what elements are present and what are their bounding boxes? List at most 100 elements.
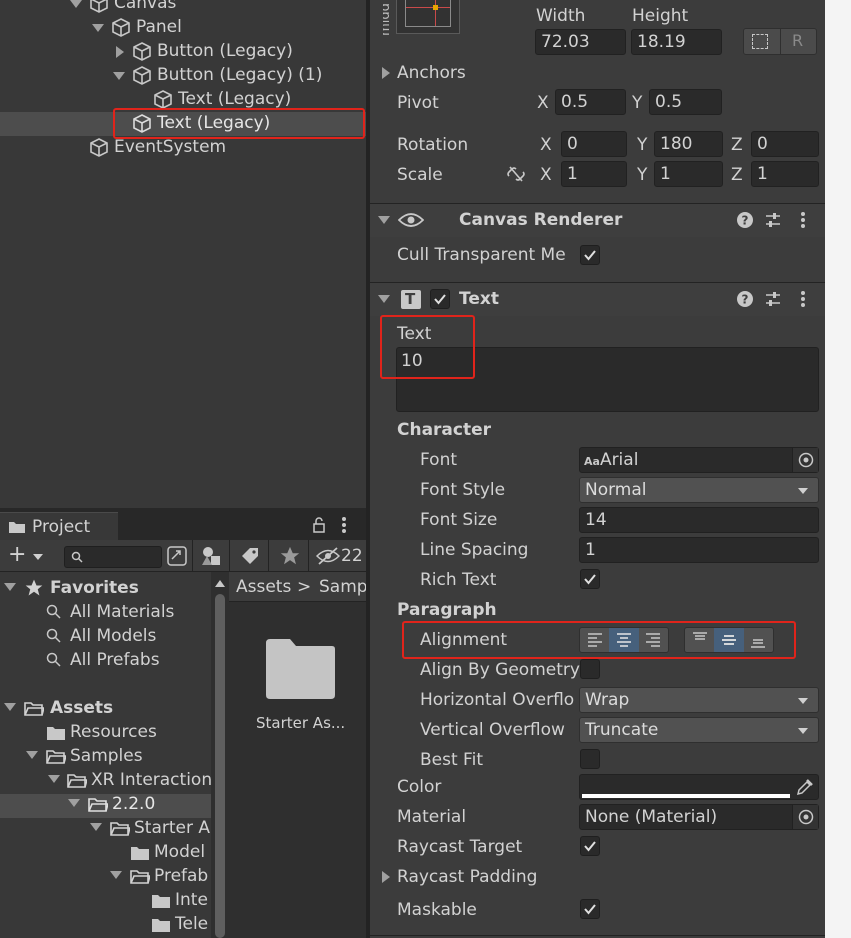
object-picker-button[interactable] xyxy=(792,448,818,472)
height-field[interactable]: 18.19 xyxy=(631,29,722,55)
object-picker-button[interactable] xyxy=(792,805,818,829)
component-header-canvas-renderer[interactable]: Canvas Renderer ? xyxy=(370,203,825,237)
eyedropper-icon[interactable] xyxy=(796,778,814,796)
filter-by-label-icon[interactable] xyxy=(240,546,260,566)
expand-arrow-icon[interactable] xyxy=(113,72,125,80)
expand-arrow-icon[interactable] xyxy=(48,775,60,783)
favorite-item[interactable]: All Prefabs xyxy=(70,649,160,671)
expand-arrow-icon[interactable] xyxy=(110,871,122,879)
anchor-preset-button[interactable] xyxy=(396,0,460,34)
large-folder-icon xyxy=(266,639,335,699)
folder-item[interactable]: XR Interaction xyxy=(91,769,212,791)
rotation-y-field[interactable]: 180 xyxy=(654,131,723,157)
breadcrumb-item[interactable]: Samp xyxy=(319,576,368,598)
material-object-field[interactable]: None (Material) xyxy=(579,804,819,830)
expand-arrow-icon[interactable] xyxy=(68,799,80,807)
asset-tile-starter-assets[interactable]: Starter As... xyxy=(241,612,361,732)
hierarchy-item-eventsystem[interactable]: EventSystem xyxy=(0,136,366,160)
favorite-item[interactable]: All Materials xyxy=(70,601,174,623)
expand-arrow-icon[interactable] xyxy=(70,0,82,8)
anchors-foldout[interactable]: Anchors xyxy=(397,62,466,84)
hierarchy-item-panel[interactable]: Panel xyxy=(0,16,366,40)
folder-item[interactable]: Samples xyxy=(70,745,143,767)
more-menu-icon[interactable] xyxy=(340,516,348,534)
folder-item[interactable]: Prefab xyxy=(154,865,208,887)
search-by-type-icon[interactable] xyxy=(166,545,188,567)
folder-item[interactable]: Starter A xyxy=(134,817,210,839)
axis-z-label: Z xyxy=(731,135,743,155)
expand-arrow-icon[interactable] xyxy=(4,703,16,711)
assets-root-label[interactable]: Assets xyxy=(50,697,113,719)
favorites-label[interactable]: Favorites xyxy=(50,577,139,599)
axis-y-label: Y xyxy=(637,135,648,155)
favorite-star-icon[interactable] xyxy=(279,545,301,567)
expand-arrow-icon[interactable] xyxy=(378,295,390,303)
expand-arrow-icon[interactable] xyxy=(378,216,390,224)
folder-item[interactable]: Model xyxy=(154,841,205,863)
folder-item[interactable]: Tele xyxy=(175,913,208,935)
scroll-up-arrow-icon[interactable] xyxy=(215,580,225,587)
search-input[interactable] xyxy=(64,546,162,568)
font-object-field[interactable]: AaArial xyxy=(579,447,819,473)
component-enabled-checkbox[interactable] xyxy=(430,289,450,309)
scale-y-field[interactable]: 1 xyxy=(654,161,723,187)
folder-item[interactable]: Resources xyxy=(70,721,157,743)
checkmark-icon xyxy=(584,841,596,852)
rotation-z-field[interactable]: 0 xyxy=(751,131,819,157)
width-field[interactable]: 72.03 xyxy=(535,29,626,55)
presets-sliders-icon[interactable] xyxy=(764,211,782,229)
component-title: Canvas Renderer xyxy=(459,210,623,230)
rich-text-checkbox[interactable] xyxy=(580,569,600,589)
expand-arrow-icon[interactable] xyxy=(92,24,104,32)
color-field[interactable] xyxy=(579,774,819,800)
filter-by-type-icon[interactable] xyxy=(200,545,222,567)
expand-arrow-icon[interactable] xyxy=(116,46,124,58)
rich-text-label: Rich Text xyxy=(420,570,497,590)
presets-sliders-icon[interactable] xyxy=(764,290,782,308)
folder-item[interactable]: Inte xyxy=(175,889,208,911)
hierarchy-item-button-legacy-1[interactable]: Button (Legacy) (1) xyxy=(0,64,366,88)
scale-x-field[interactable]: 1 xyxy=(561,161,627,187)
hierarchy-item-canvas[interactable]: Canvas xyxy=(0,0,366,16)
blueprint-mode-icon[interactable] xyxy=(752,34,768,49)
more-menu-icon[interactable] xyxy=(800,290,806,308)
pivot-y-field[interactable]: 0.5 xyxy=(649,89,722,115)
create-dropdown-button[interactable]: + xyxy=(4,544,48,568)
hierarchy-item-button-legacy[interactable]: Button (Legacy) xyxy=(0,40,366,64)
cull-transparent-checkbox[interactable] xyxy=(580,245,600,265)
pivot-x-field[interactable]: 0.5 xyxy=(555,89,626,115)
maskable-checkbox[interactable] xyxy=(580,899,600,919)
component-header-text[interactable]: T Text ? xyxy=(370,282,825,316)
raycast-padding-foldout[interactable]: Raycast Padding xyxy=(397,866,537,888)
hidden-packages-eye-icon[interactable] xyxy=(316,547,340,565)
expand-arrow-icon[interactable] xyxy=(26,751,38,759)
favorite-item[interactable]: All Models xyxy=(70,625,156,647)
tab-project[interactable]: Project xyxy=(0,512,118,540)
breadcrumb-item[interactable]: Assets xyxy=(236,576,291,598)
scrollbar-thumb[interactable] xyxy=(215,594,225,938)
line-spacing-field[interactable]: 1 xyxy=(579,537,819,563)
horizontal-overflow-dropdown[interactable]: Wrap xyxy=(579,687,819,713)
font-size-field[interactable]: 14 xyxy=(579,507,819,533)
folder-item[interactable]: 2.2.0 xyxy=(112,793,155,815)
tree-scrollbar[interactable] xyxy=(211,572,229,938)
expand-arrow-icon[interactable] xyxy=(90,823,102,831)
help-icon[interactable]: ? xyxy=(736,290,754,308)
more-menu-icon[interactable] xyxy=(800,211,806,229)
expand-arrow-icon[interactable] xyxy=(382,67,390,79)
constrain-proportions-link-icon[interactable] xyxy=(506,165,526,183)
lock-icon[interactable] xyxy=(312,517,326,533)
vertical-overflow-dropdown[interactable]: Truncate xyxy=(579,717,819,743)
raw-edit-button[interactable]: R xyxy=(792,30,803,52)
help-icon[interactable]: ? xyxy=(736,211,754,229)
font-style-dropdown[interactable]: Normal xyxy=(579,477,819,503)
raycast-target-checkbox[interactable] xyxy=(580,836,600,856)
scale-z-field[interactable]: 1 xyxy=(751,161,819,187)
folder-open-icon xyxy=(88,798,108,812)
best-fit-checkbox[interactable] xyxy=(580,749,600,769)
align-by-geometry-checkbox[interactable] xyxy=(580,659,600,679)
expand-arrow-icon[interactable] xyxy=(382,871,390,883)
expand-arrow-icon[interactable] xyxy=(4,583,16,591)
chevron-down-icon xyxy=(33,554,43,560)
rotation-x-field[interactable]: 0 xyxy=(561,131,627,157)
